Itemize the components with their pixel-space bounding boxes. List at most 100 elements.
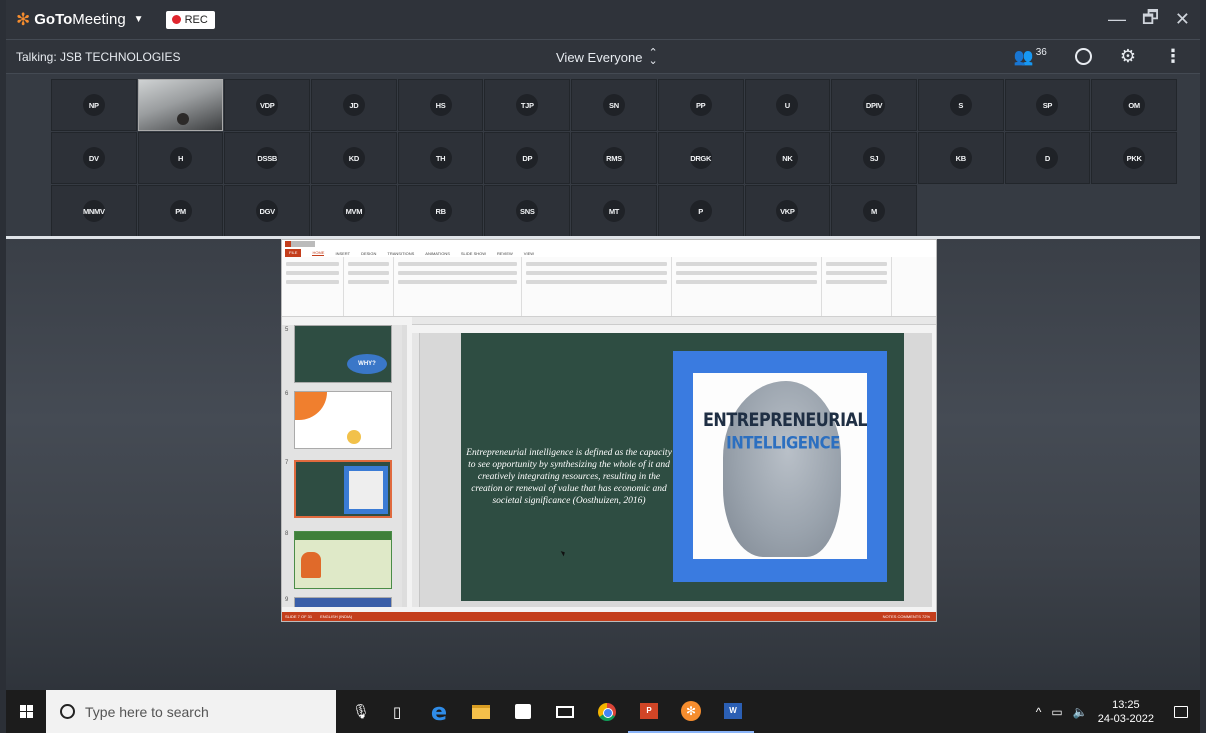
participant-tile[interactable]: SP [1004, 79, 1091, 131]
participant-avatar: SJ [863, 147, 886, 169]
slide-thumbnail-8[interactable] [294, 531, 392, 589]
ribbon-tab[interactable]: DESIGN [361, 251, 376, 256]
ppt-ribbon [282, 257, 936, 317]
notification-icon[interactable] [1174, 705, 1188, 718]
participant-tile[interactable]: TJP [484, 79, 571, 131]
minimize-button[interactable]: — [1108, 9, 1126, 30]
head-wordcloud-icon [723, 381, 841, 557]
participant-avatar: DRGK [689, 147, 712, 169]
participant-tile[interactable]: MNMV [51, 185, 137, 237]
participant-avatar: DGV [256, 200, 279, 222]
ribbon-tab[interactable]: VIEW [524, 251, 534, 256]
participant-tile[interactable]: RMS [571, 132, 657, 184]
chat-icon[interactable] [1074, 48, 1092, 65]
participant-tile[interactable]: NK [744, 132, 831, 184]
slide-thumbnail-6[interactable] [294, 391, 392, 449]
participant-tile[interactable]: MT [571, 185, 657, 237]
participant-avatar: DP [516, 147, 539, 169]
view-selector[interactable]: View Everyone ⌃ ⌄ [556, 48, 658, 67]
participant-tile[interactable]: S [917, 79, 1004, 131]
ribbon-tab[interactable]: SLIDE SHOW [461, 251, 486, 256]
system-tray: ^ ▭ 🔈 13:25 24-03-2022 [1036, 698, 1200, 726]
participant-tile[interactable]: DP [484, 132, 571, 184]
participant-tile[interactable] [137, 79, 224, 131]
participant-avatar: DPIV [863, 94, 886, 116]
powerpoint-icon[interactable]: P [628, 690, 670, 733]
participant-tile[interactable]: VKP [744, 185, 831, 237]
close-button[interactable]: ✕ [1175, 9, 1190, 30]
attendees-button[interactable]: 👥 36 [1014, 47, 1047, 67]
ribbon-tab[interactable]: REVIEW [497, 251, 513, 256]
mail-icon[interactable] [544, 690, 586, 733]
participant-tile[interactable]: MVM [311, 185, 397, 237]
ribbon-tab[interactable]: ANIMATIONS [425, 251, 450, 256]
gotomeeting-taskbar-icon[interactable]: ✻ [670, 690, 712, 733]
microphone-icon[interactable]: 🎙 [346, 690, 376, 733]
participant-tile[interactable]: OM [1091, 79, 1177, 131]
thumb-why-button: WHY? [347, 354, 387, 374]
restore-button[interactable]: 🗗 [1142, 5, 1159, 35]
task-view-icon[interactable]: ▯ [376, 690, 418, 733]
participant-tile[interactable]: PM [137, 185, 224, 237]
participant-tile[interactable]: M [831, 185, 917, 237]
people-icon: 👥 [1013, 48, 1034, 66]
chrome-icon[interactable] [586, 690, 628, 733]
start-button[interactable] [6, 705, 46, 718]
word-icon[interactable]: W [712, 690, 754, 733]
taskbar-search[interactable]: Type here to search [46, 690, 336, 733]
taskbar-clock[interactable]: 13:25 24-03-2022 [1098, 698, 1154, 726]
gear-icon[interactable]: ⚙ [1120, 46, 1136, 67]
participant-avatar: MVM [342, 200, 365, 222]
participant-tile[interactable]: H [137, 132, 224, 184]
participant-tile[interactable]: VDP [224, 79, 311, 131]
attendee-count: 36 [1035, 46, 1047, 58]
thumbnails-scrollbar[interactable] [402, 325, 407, 607]
ribbon-tab[interactable]: INSERT [335, 251, 350, 256]
more-options-icon[interactable]: ⋮ [1164, 46, 1182, 67]
volume-icon[interactable]: 🔈 [1073, 705, 1088, 719]
participant-tile[interactable]: U [744, 79, 831, 131]
participant-tile[interactable]: KB [917, 132, 1004, 184]
ribbon-tab[interactable]: HOME [312, 250, 325, 256]
participant-tile[interactable]: SNS [484, 185, 571, 237]
ribbon-tab[interactable]: TRANSITIONS [387, 251, 414, 256]
participant-tile[interactable]: RB [397, 185, 484, 237]
participant-tile[interactable]: JD [311, 79, 397, 131]
participant-tile[interactable]: D [1004, 132, 1091, 184]
edge-icon[interactable]: e [418, 690, 460, 733]
participant-avatar: KB [949, 147, 972, 169]
participant-tile[interactable]: PP [657, 79, 744, 131]
participant-tile[interactable]: KD [311, 132, 397, 184]
app-menu[interactable]: ✻ GoTo Meeting ▼ [16, 10, 144, 30]
participant-avatar: SNS [516, 200, 539, 222]
participant-tile[interactable]: TH [397, 132, 484, 184]
current-slide[interactable]: Entrepreneurial intelligence is defined … [461, 333, 904, 601]
participant-tile[interactable]: PKK [1091, 132, 1177, 184]
slide-thumbnail-9[interactable] [294, 597, 392, 607]
record-button[interactable]: REC [165, 10, 215, 29]
file-explorer-icon[interactable] [460, 690, 502, 733]
participant-avatar: S [949, 94, 972, 116]
chevron-up-icon[interactable]: ^ [1036, 705, 1042, 719]
language-indicator: ENGLISH (INDIA) [320, 614, 353, 619]
ribbon-tab[interactable]: FILE [285, 249, 302, 257]
participant-tile[interactable]: DGV [224, 185, 311, 237]
participant-tile[interactable]: DSSB [224, 132, 311, 184]
participant-tile[interactable]: P [657, 185, 744, 237]
store-icon[interactable] [502, 690, 544, 733]
slide-thumbnail-7[interactable] [294, 460, 392, 518]
network-icon[interactable]: ▭ [1051, 705, 1062, 719]
slide-thumbnail-5[interactable]: WHY? [294, 325, 392, 383]
participant-avatar: D [1036, 147, 1059, 169]
participant-tile[interactable]: DRGK [657, 132, 744, 184]
participant-tile[interactable]: NP [51, 79, 137, 131]
thumb-number: 7 [285, 460, 289, 466]
participant-tile[interactable]: DPIV [831, 79, 917, 131]
participant-avatar: OM [1123, 94, 1146, 116]
participant-avatar: DV [82, 147, 105, 169]
participant-tile[interactable]: DV [51, 132, 137, 184]
participant-tile[interactable]: SN [571, 79, 657, 131]
participant-tile[interactable]: HS [397, 79, 484, 131]
status-right: NOTES COMMENTS 72% [882, 614, 930, 619]
participant-tile[interactable]: SJ [831, 132, 917, 184]
